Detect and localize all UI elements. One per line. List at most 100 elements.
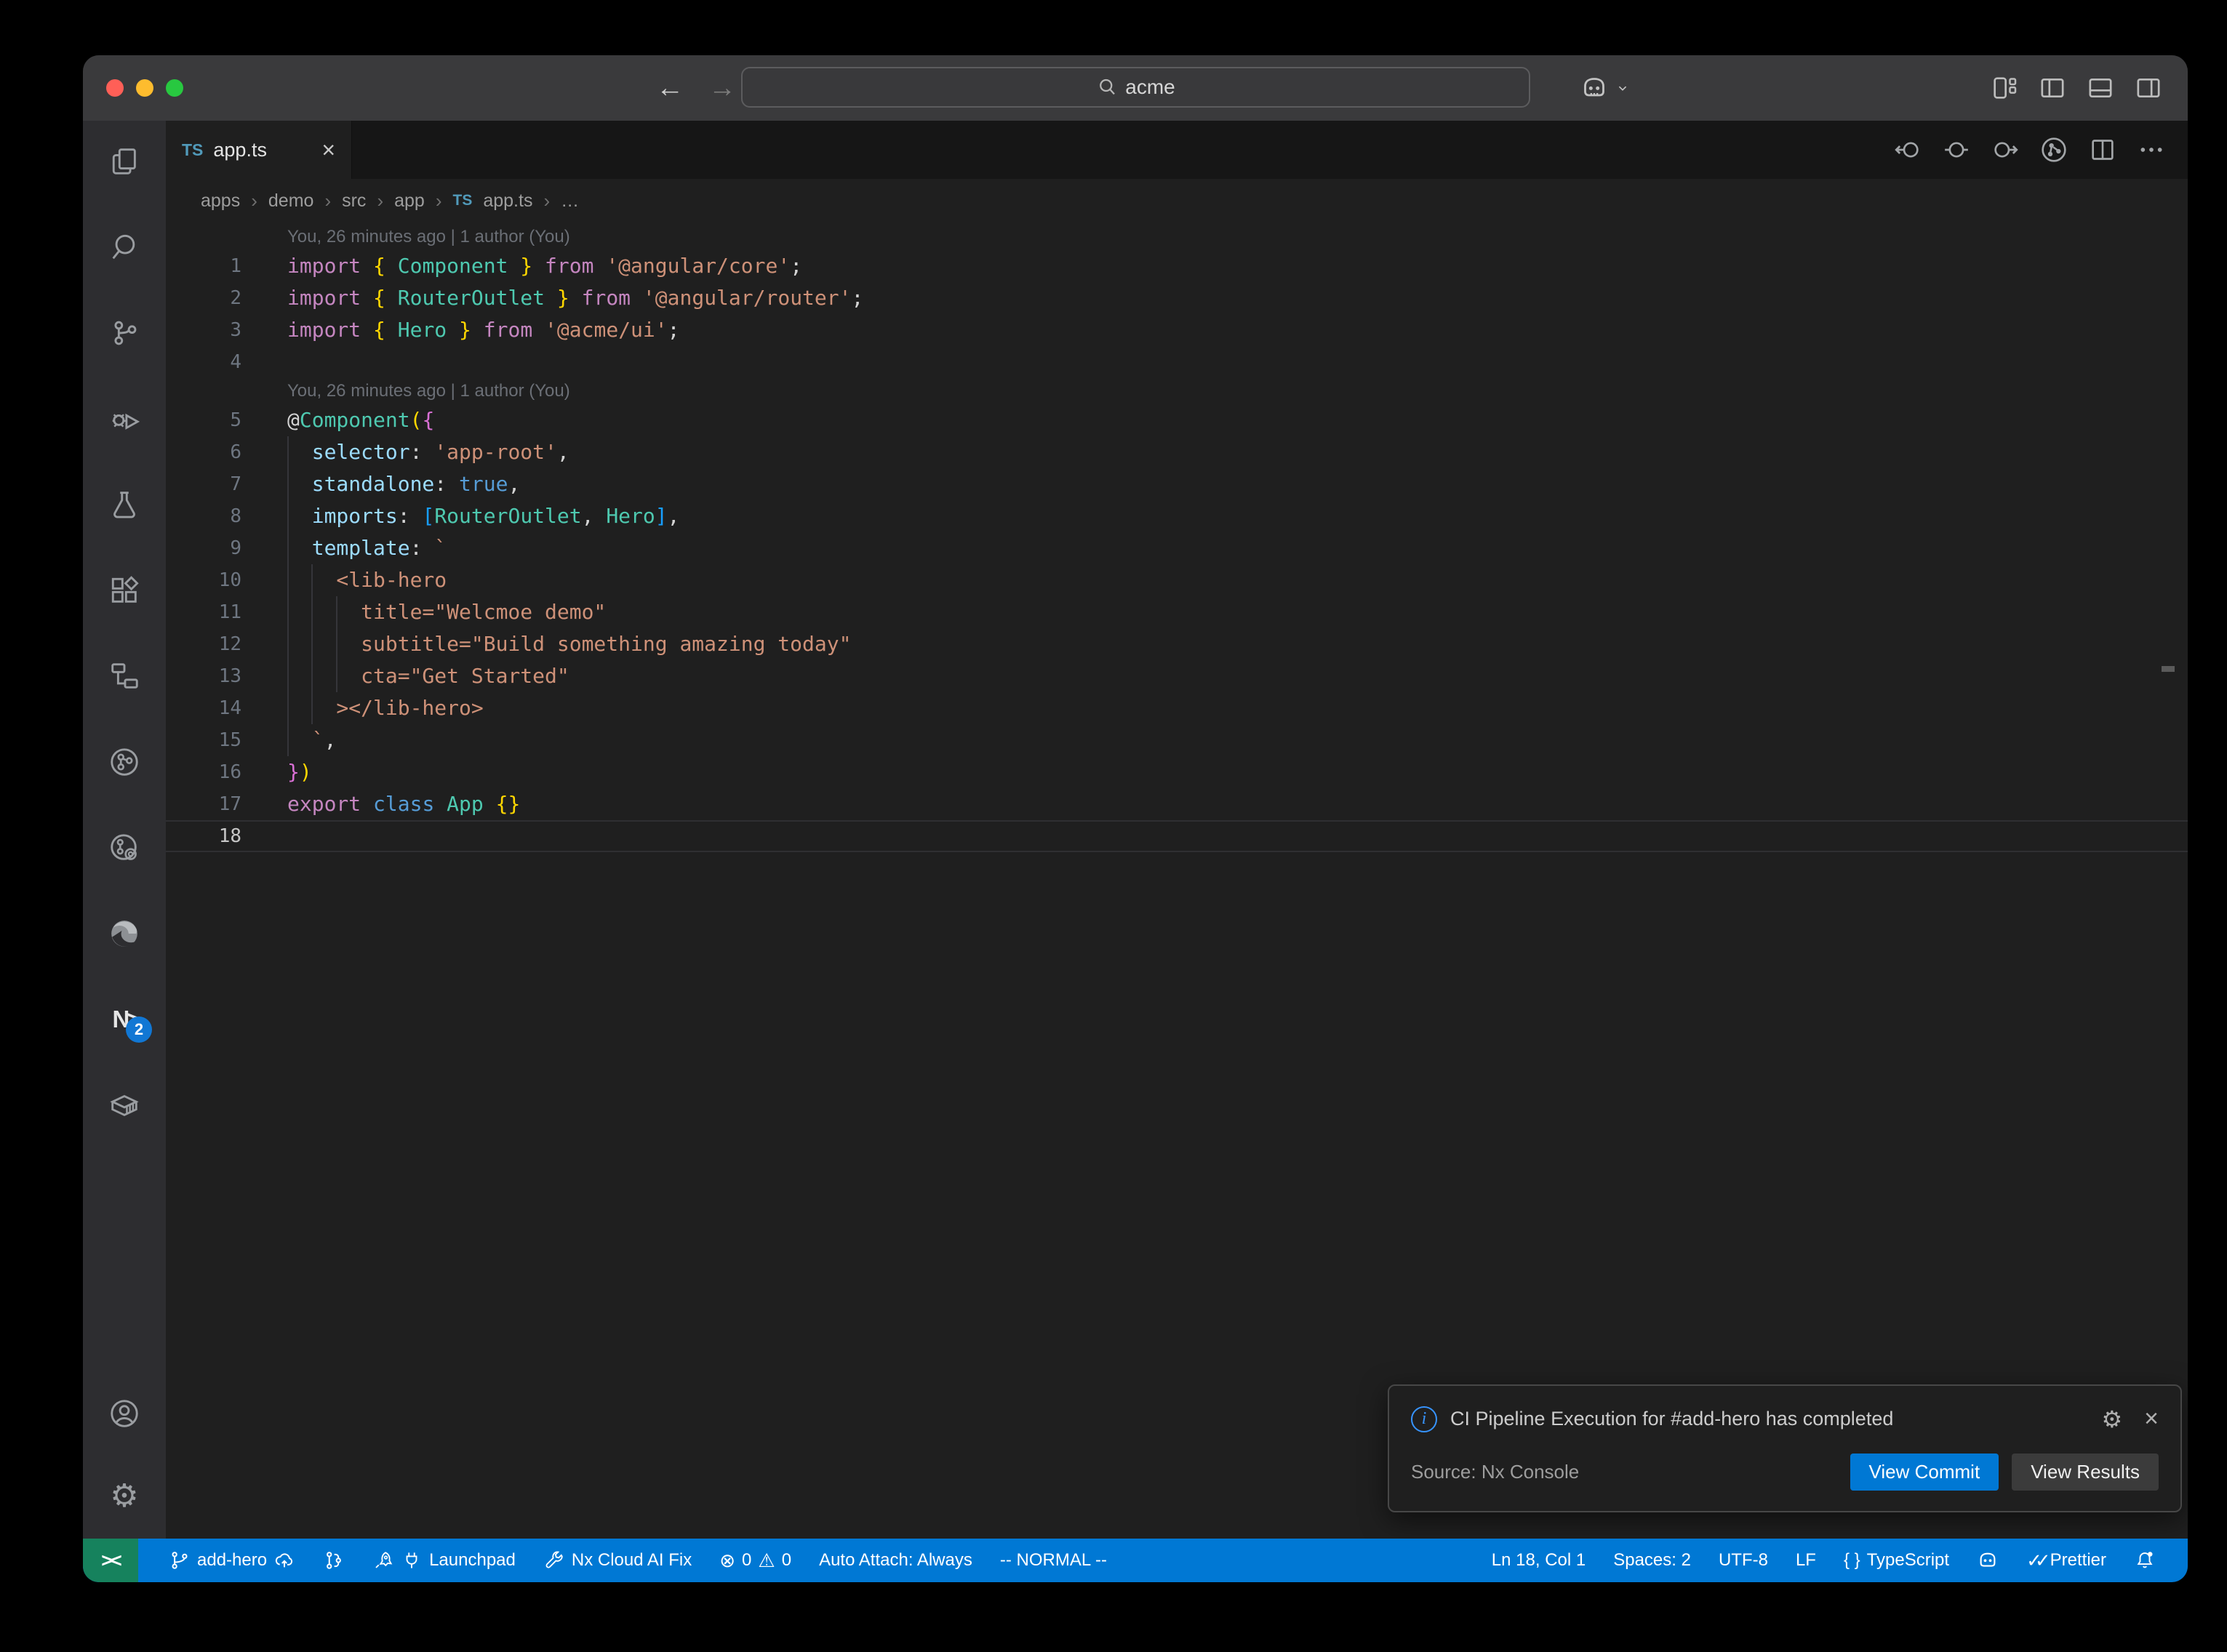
git-branch-icon: [169, 1549, 191, 1571]
line-number: 4: [166, 346, 287, 378]
nx-cloud-ai-fix-status-item[interactable]: Nx Cloud AI Fix: [543, 1549, 692, 1571]
copilot-status-item[interactable]: [1977, 1549, 1999, 1571]
settings-button[interactable]: ⚙: [107, 1479, 142, 1514]
sidebar-item-testing[interactable]: [107, 487, 142, 522]
command-center-search[interactable]: acme: [741, 67, 1530, 108]
line-number: 7: [166, 468, 287, 500]
forward-arrow-icon[interactable]: →: [708, 73, 736, 104]
next-change-icon[interactable]: [1991, 135, 2020, 164]
code-line: 3import { Hero } from '@acme/ui';: [166, 314, 2188, 346]
vim-mode-label: -- NORMAL --: [1000, 1550, 1107, 1571]
split-editor-icon[interactable]: [2088, 135, 2117, 164]
sidebar-item-git-graph[interactable]: [107, 745, 142, 779]
info-icon: i: [1411, 1406, 1437, 1432]
notification-title: CI Pipeline Execution for #add-hero has …: [1450, 1408, 2088, 1430]
indentation-status-item[interactable]: Spaces: 2: [1613, 1550, 1691, 1571]
sidebar-item-extensions[interactable]: [107, 573, 142, 608]
status-bar: >< add-hero Launchpad Nx Cloud AI Fix ⊗: [83, 1539, 2188, 1582]
sidebar-item-hierarchy[interactable]: [107, 659, 142, 694]
line-number: 9: [166, 532, 287, 564]
breadcrumb-item[interactable]: apps: [201, 191, 240, 212]
breadcrumb-file[interactable]: app.ts: [483, 191, 532, 212]
error-icon: ⊗: [719, 1551, 735, 1570]
code-text: <lib-hero: [287, 564, 2188, 596]
sidebar-item-explorer[interactable]: [107, 144, 142, 179]
view-results-button[interactable]: View Results: [2012, 1453, 2159, 1491]
remote-indicator[interactable]: ><: [83, 1539, 138, 1582]
desktop: { "title_bar": { "search_value": "acme",…: [0, 0, 2227, 1652]
toggle-secondary-sidebar-icon[interactable]: [2134, 73, 2163, 103]
close-icon[interactable]: ×: [2144, 1405, 2159, 1433]
breadcrumb-overflow[interactable]: …: [561, 191, 579, 212]
maximize-window-button[interactable]: [166, 79, 183, 97]
toggle-panel-icon[interactable]: [2086, 73, 2115, 103]
notifications-status-item[interactable]: [2134, 1549, 2156, 1571]
code-line: 4: [166, 346, 2188, 378]
copilot-icon: [1580, 73, 1609, 103]
auto-attach-label: Auto Attach: Always: [819, 1550, 972, 1571]
breadcrumb-item[interactable]: src: [342, 191, 366, 212]
sidebar-item-source-control[interactable]: [107, 316, 142, 350]
nx-cloud-ai-fix-label: Nx Cloud AI Fix: [572, 1550, 692, 1571]
code-line: 12 subtitle="Build something amazing tod…: [166, 628, 2188, 660]
encoding-status-item[interactable]: UTF-8: [1719, 1550, 1768, 1571]
more-actions-icon[interactable]: [2137, 135, 2166, 164]
nx-badge: 2: [126, 1017, 152, 1043]
close-window-button[interactable]: [106, 79, 124, 97]
code-line: 17export class App {}: [166, 788, 2188, 820]
vim-mode-status-item[interactable]: -- NORMAL --: [1000, 1550, 1107, 1571]
sidebar-item-containers[interactable]: [107, 1088, 142, 1123]
notification-settings-gear-icon[interactable]: ⚙: [2101, 1406, 2122, 1433]
minimize-window-button[interactable]: [136, 79, 153, 97]
close-icon[interactable]: ×: [321, 138, 335, 161]
open-changes-icon[interactable]: [1942, 135, 1971, 164]
rocket-icon: [372, 1549, 394, 1571]
testing-icon: [108, 488, 141, 521]
search-icon: [1096, 76, 1118, 98]
language-status-item[interactable]: { } TypeScript: [1844, 1550, 1949, 1571]
code-text: title="Welcmoe demo": [287, 596, 2188, 628]
account-button[interactable]: [107, 1396, 142, 1431]
sidebar-item-nx-console[interactable]: N> 2: [107, 1002, 142, 1037]
sidebar-item-edge-tools[interactable]: [107, 916, 142, 951]
eol-status-item[interactable]: LF: [1796, 1550, 1816, 1571]
code-text: [287, 346, 2188, 378]
breadcrumb-item[interactable]: app: [394, 191, 425, 212]
nx-graph-icon[interactable]: [2039, 135, 2068, 164]
sidebar-item-run-debug[interactable]: [107, 401, 142, 436]
launchpad-label: Launchpad: [429, 1550, 516, 1571]
account-icon: [108, 1397, 141, 1430]
toggle-primary-sidebar-icon[interactable]: [2038, 73, 2067, 103]
auto-attach-status-item[interactable]: Auto Attach: Always: [819, 1550, 972, 1571]
previous-change-icon[interactable]: [1893, 135, 1922, 164]
code-text: import { RouterOutlet } from '@angular/r…: [287, 282, 2188, 314]
cloud-upload-icon: [273, 1549, 295, 1571]
language-label: TypeScript: [1867, 1550, 1949, 1571]
copilot-menu[interactable]: [1580, 55, 1631, 121]
breadcrumb-item[interactable]: demo: [268, 191, 314, 212]
sidebar-item-gitlens[interactable]: [107, 830, 142, 865]
hierarchy-icon: [108, 659, 141, 693]
code-editor[interactable]: You, 26 minutes ago | 1 author (You)1imp…: [166, 222, 2188, 1539]
problems-status-item[interactable]: ⊗ 0 ⚠ 0: [719, 1550, 791, 1571]
back-arrow-icon[interactable]: ←: [656, 73, 684, 104]
chevron-right-icon: ›: [436, 190, 442, 212]
chevron-down-icon: [1615, 80, 1631, 96]
notification-source: Source: Nx Console: [1411, 1461, 1837, 1483]
warning-count: 0: [782, 1550, 791, 1571]
line-number: 15: [166, 724, 287, 756]
branch-status-item[interactable]: add-hero: [169, 1549, 295, 1571]
tab-bar: TS app.ts ×: [166, 121, 2188, 179]
sidebar-item-search[interactable]: [107, 230, 142, 265]
code-line: 18: [166, 820, 2188, 852]
launchpad-status-item[interactable]: Launchpad: [372, 1549, 516, 1571]
cursor-position-status-item[interactable]: Ln 18, Col 1: [1492, 1550, 1586, 1571]
prettier-status-item[interactable]: ✓✓ Prettier: [2026, 1549, 2106, 1572]
cursor-position-label: Ln 18, Col 1: [1492, 1550, 1586, 1571]
view-commit-button[interactable]: View Commit: [1850, 1453, 1999, 1491]
bell-icon: [2134, 1549, 2156, 1571]
tab-app-ts[interactable]: TS app.ts ×: [166, 121, 352, 179]
code-line: 16}): [166, 756, 2188, 788]
customize-layout-icon[interactable]: [1990, 73, 2019, 103]
git-compare-status-item[interactable]: [323, 1549, 345, 1571]
